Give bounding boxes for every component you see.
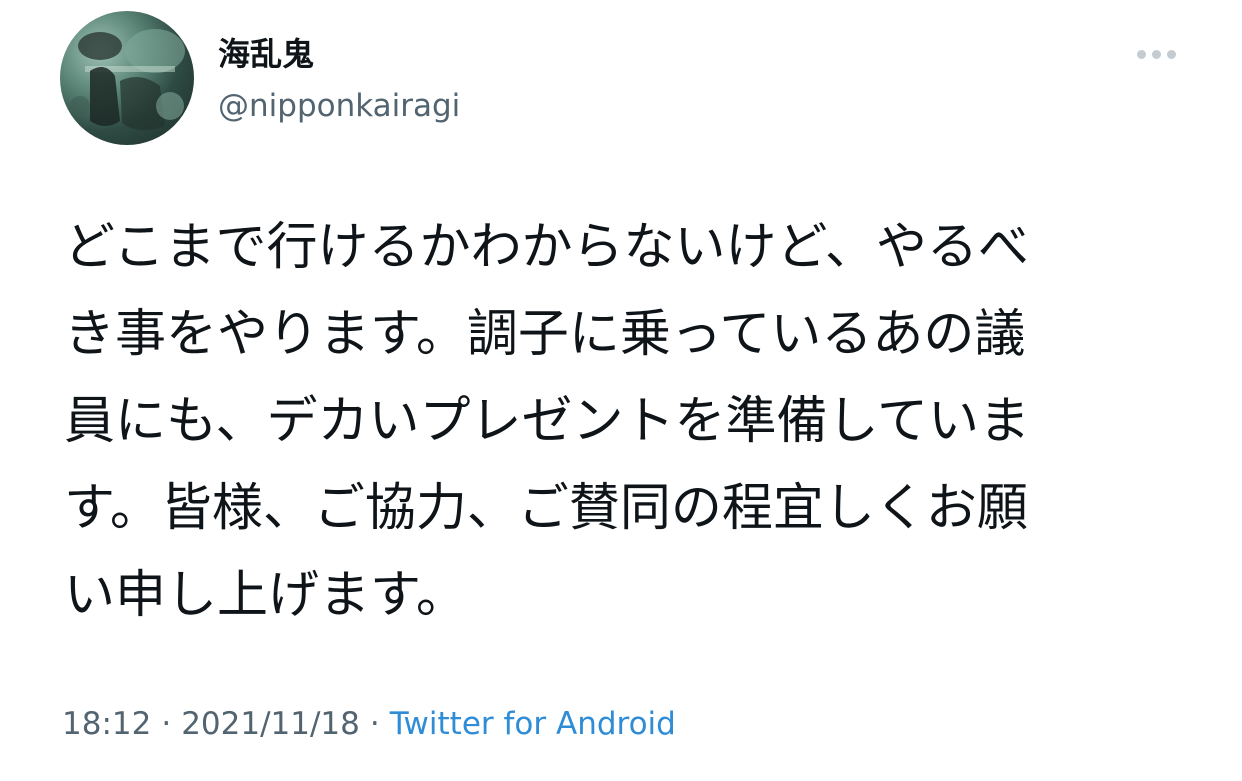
- tweet-time[interactable]: 18:12: [62, 706, 151, 742]
- tweet-text: どこまで行けるかわからないけど、やるべ き事をやります。調子に乗っているあの議 …: [64, 204, 1174, 639]
- tweet-metadata: 18:12 · 2021/11/18 · Twitter for Android: [62, 702, 676, 746]
- more-dot-icon: [1151, 49, 1161, 59]
- tweet-text-line: い申し上げます。: [64, 566, 467, 625]
- more-dot-icon: [1136, 49, 1146, 59]
- more-dot-icon: [1166, 49, 1176, 59]
- tweet-text-line: どこまで行けるかわからないけど、やるべ: [64, 218, 1029, 277]
- tweet-date[interactable]: 2021/11/18: [181, 706, 360, 742]
- author-avatar[interactable]: [60, 11, 194, 145]
- meta-separator: ·: [369, 706, 380, 742]
- tweet-source-link[interactable]: Twitter for Android: [390, 706, 676, 742]
- more-options-button[interactable]: [1130, 40, 1182, 68]
- tweet-text-line: 員にも、デカいプレゼントを準備していま: [64, 392, 1030, 451]
- author-handle[interactable]: @nipponkairagi: [218, 86, 460, 126]
- tweet-card: 海乱鬼 @nipponkairagi どこまで行けるかわからないけど、やるべ き…: [0, 0, 1242, 781]
- tweet-text-line: す。皆様、ご協力、ご賛同の程宜しくお願: [64, 479, 1028, 538]
- tweet-text-line: き事をやります。調子に乗っているあの議: [64, 305, 1026, 364]
- author-display-name[interactable]: 海乱鬼: [218, 34, 314, 74]
- meta-separator: ·: [161, 706, 172, 742]
- avatar-photo-icon: [70, 29, 185, 131]
